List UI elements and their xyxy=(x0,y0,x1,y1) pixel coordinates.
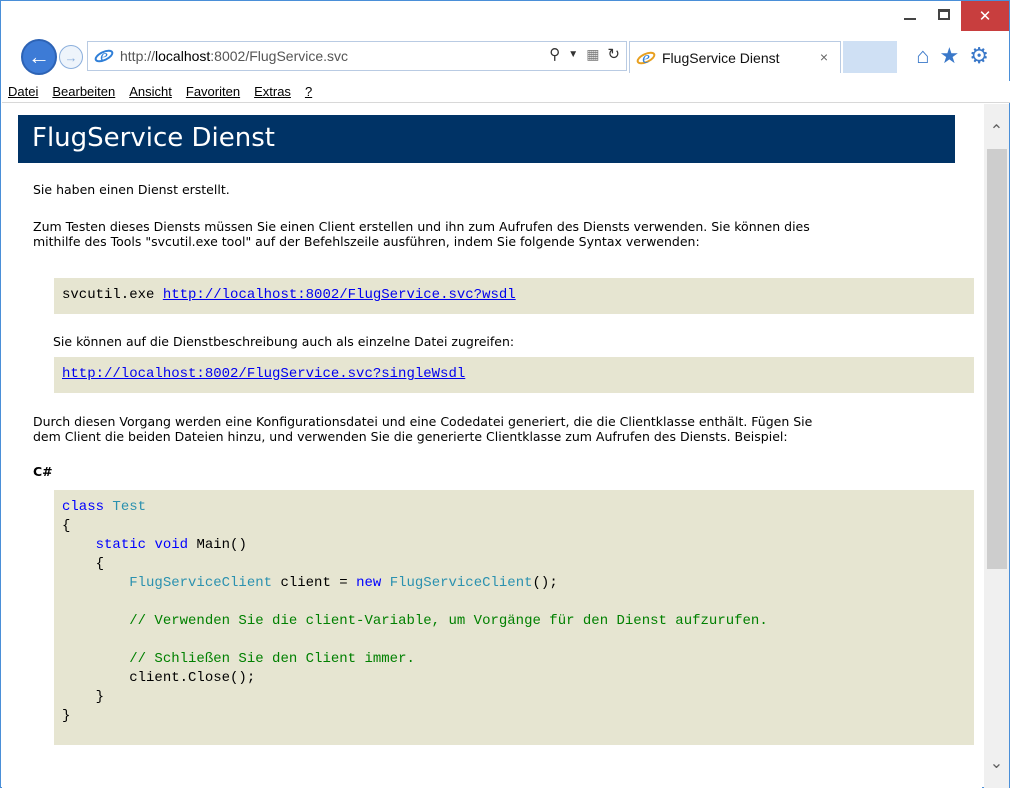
brace: { xyxy=(95,556,105,572)
tab-close-icon[interactable]: × xyxy=(820,49,828,65)
address-bar[interactable]: e http://localhost:8002/FlugService.svc … xyxy=(87,41,627,71)
search-icon[interactable]: ⚲ xyxy=(549,45,560,63)
language-label: C# xyxy=(33,464,53,479)
keyword-new: new xyxy=(356,575,382,591)
code-line-close-call: client.Close(); xyxy=(62,669,974,688)
type-test: Test xyxy=(112,499,147,515)
forward-button[interactable]: → xyxy=(59,45,83,69)
back-arrow-icon: ← xyxy=(28,44,50,69)
close-call: client.Close(); xyxy=(129,670,256,686)
type-client: FlugServiceClient xyxy=(129,575,273,591)
single-wsdl-block: http://localhost:8002/FlugService.svc?si… xyxy=(54,357,974,393)
url-host: localhost xyxy=(155,48,211,64)
browser-window: ✕ ← → e http://localhost:8002/FlugServic… xyxy=(0,0,1010,788)
settings-gear-icon[interactable]: ⚙ xyxy=(969,43,989,69)
scrollbar-thumb[interactable] xyxy=(987,149,1007,569)
code-line-comment-use: // Verwenden Sie die client-Variable, um… xyxy=(62,612,974,631)
close-icon: ✕ xyxy=(978,8,992,25)
tab-title: FlugService Dienst xyxy=(662,49,780,66)
process-line-1: Durch diesen Vorgang werden eine Konfigu… xyxy=(33,414,813,429)
type-client-ctor: FlugServiceClient xyxy=(389,575,533,591)
page-title: FlugService Dienst xyxy=(32,123,275,153)
keyword-class: class xyxy=(62,499,105,515)
menu-bar: Datei Bearbeiten Ansicht Favoriten Extra… xyxy=(2,81,1010,103)
maximize-button[interactable] xyxy=(927,1,961,27)
dropdown-chevron-icon[interactable]: ▼ xyxy=(568,49,578,60)
menu-datei[interactable]: Datei xyxy=(8,84,38,99)
svg-text:e: e xyxy=(642,48,650,67)
favorites-star-icon[interactable]: ★ xyxy=(940,43,960,69)
main-signature: Main() xyxy=(196,537,247,553)
address-tools: ⚲ ▼ ▦ ↻ xyxy=(549,45,620,64)
wsdl-link[interactable]: http://localhost:8002/FlugService.svc?ws… xyxy=(163,287,516,303)
page-content: FlugService Dienst Sie haben einen Diens… xyxy=(2,104,982,788)
menu-help[interactable]: ? xyxy=(305,84,312,99)
ie-logo-icon: e xyxy=(94,46,114,66)
instructions-line-1: Zum Testen dieses Diensts müssen Sie ein… xyxy=(33,219,810,234)
minimize-button[interactable] xyxy=(893,1,927,27)
single-file-note: Sie können auf die Dienstbeschreibung au… xyxy=(53,334,515,349)
page-header: FlugService Dienst xyxy=(18,115,955,163)
compatibility-view-icon[interactable]: ▦ xyxy=(586,46,599,63)
instructions-line-2: mithilfe des Tools "svcutil.exe tool" au… xyxy=(33,234,700,249)
code-line-main-open: { xyxy=(62,555,974,574)
scroll-up-icon[interactable]: ⌃ xyxy=(984,116,1009,146)
home-icon[interactable]: ⌂ xyxy=(916,43,929,69)
keyword-void: void xyxy=(154,537,189,553)
menu-extras[interactable]: Extras xyxy=(254,84,291,99)
code-line-main: static void Main() xyxy=(62,536,974,555)
url-path: :8002/FlugService.svc xyxy=(210,48,349,64)
window-controls: ✕ xyxy=(893,1,1009,31)
tab-flugservice[interactable]: e FlugService Dienst × xyxy=(629,41,841,73)
process-line-2: dem Client die beiden Dateien hinzu, und… xyxy=(33,429,788,444)
code-line-comment-close: // Schließen Sie den Client immer. xyxy=(62,650,974,669)
comment-use: // Verwenden Sie die client-Variable, um… xyxy=(129,613,768,629)
code-line-main-close: } xyxy=(62,688,974,707)
close-window-button[interactable]: ✕ xyxy=(961,1,1009,31)
scroll-down-icon[interactable]: ⌄ xyxy=(984,748,1009,778)
refresh-icon[interactable]: ↻ xyxy=(607,45,620,63)
address-url: http://localhost:8002/FlugService.svc xyxy=(120,48,348,64)
code-line-open-brace: { xyxy=(62,518,71,534)
intro-text: Sie haben einen Dienst erstellt. xyxy=(33,182,230,197)
code-line-client-decl: FlugServiceClient client = new FlugServi… xyxy=(62,574,974,593)
menu-favoriten[interactable]: Favoriten xyxy=(186,84,240,99)
code-line-class-close: } xyxy=(62,708,71,724)
browser-toolbar-icons: ⌂ ★ ⚙ xyxy=(916,43,989,69)
minimize-icon xyxy=(904,18,916,20)
csharp-code-block: class Test{ static void Main() { FlugSer… xyxy=(54,490,974,745)
code-line-class: class Test xyxy=(62,498,974,517)
ctor-end: (); xyxy=(532,575,558,591)
url-prefix: http:// xyxy=(120,48,156,64)
navigation-row: ← → e http://localhost:8002/FlugService.… xyxy=(7,37,1007,77)
vertical-scrollbar[interactable]: ⌃ ⌄ xyxy=(984,104,1009,788)
single-wsdl-link[interactable]: http://localhost:8002/FlugService.svc?si… xyxy=(62,366,465,382)
maximize-icon xyxy=(938,8,950,20)
comment-close: // Schließen Sie den Client immer. xyxy=(129,651,415,667)
tab-ie-icon: e xyxy=(636,48,656,68)
back-button[interactable]: ← xyxy=(21,39,57,75)
svg-text:e: e xyxy=(100,46,108,65)
svcutil-command: svcutil.exe xyxy=(62,287,163,303)
keyword-static: static xyxy=(95,537,147,553)
svcutil-command-block: svcutil.exe http://localhost:8002/FlugSe… xyxy=(54,278,974,314)
new-tab-button[interactable] xyxy=(843,41,897,73)
menu-ansicht[interactable]: Ansicht xyxy=(129,84,172,99)
code-line-blank-2 xyxy=(62,631,974,650)
menu-bearbeiten[interactable]: Bearbeiten xyxy=(52,84,115,99)
title-bar: ✕ ← → e http://localhost:8002/FlugServic… xyxy=(1,1,1009,81)
client-decl: client = xyxy=(272,575,357,591)
forward-arrow-icon: → xyxy=(64,49,78,65)
brace-close: } xyxy=(95,689,105,705)
